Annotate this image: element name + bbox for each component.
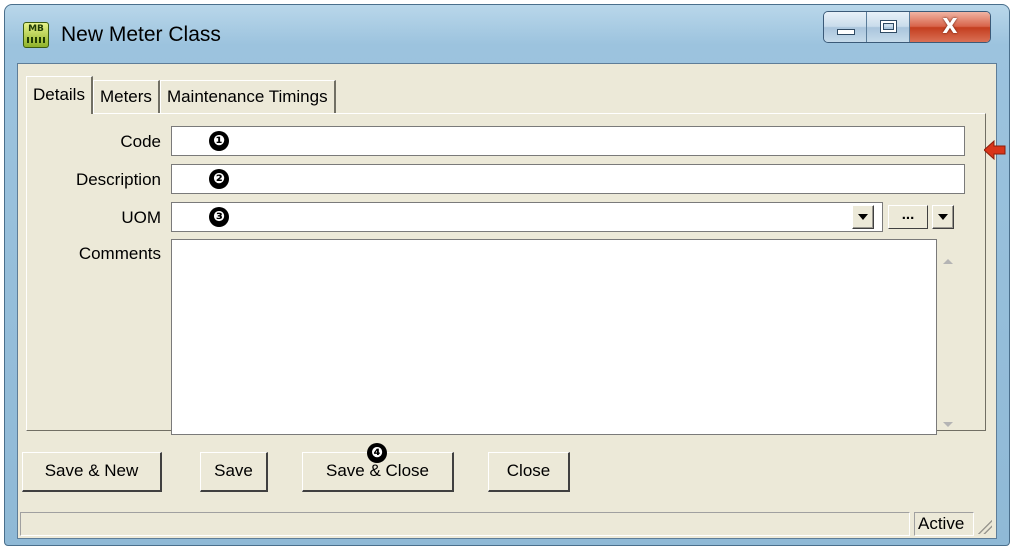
scroll-down-arrow[interactable] — [943, 422, 953, 427]
required-arrow-icon — [984, 140, 1006, 160]
code-field[interactable] — [171, 126, 965, 156]
tab-details[interactable]: Details — [26, 76, 93, 114]
maximize-icon — [880, 20, 897, 33]
maximize-button[interactable] — [867, 12, 910, 42]
uom-browse-button[interactable]: ... — [888, 205, 928, 229]
save-and-new-button[interactable]: Save & New — [22, 452, 162, 492]
close-button[interactable]: Close — [488, 452, 570, 492]
status-active: Active — [914, 512, 974, 536]
uom-label: UOM — [121, 208, 161, 227]
uom-dropdown[interactable] — [171, 202, 883, 232]
description-label: Description — [75, 170, 161, 189]
window: MB New Meter Class X Details Meters Main… — [4, 4, 1010, 546]
scroll-up-arrow[interactable] — [943, 259, 953, 264]
app-icon: MB — [23, 22, 49, 48]
tab-meters[interactable]: Meters — [92, 80, 160, 114]
client-area: Details Meters Maintenance Timings Code … — [17, 63, 1006, 539]
uom-dropdown-arrow[interactable] — [852, 205, 874, 229]
callout-2: ❷ — [209, 169, 229, 189]
close-window-button[interactable]: X — [910, 12, 990, 42]
status-bar: Active — [20, 512, 994, 538]
tab-strip: Details Meters Maintenance Timings — [26, 76, 336, 114]
uom-options-arrow[interactable] — [932, 205, 954, 229]
callout-1: ❶ — [209, 131, 229, 151]
app-icon-text: MB — [28, 24, 44, 34]
title-bar[interactable]: MB New Meter Class X — [5, 5, 1009, 63]
comments-label: Comments — [78, 244, 161, 263]
resize-grip[interactable] — [976, 518, 992, 534]
minimize-button[interactable] — [824, 12, 867, 42]
window-title: New Meter Class — [61, 23, 221, 46]
barcode-icon — [27, 37, 45, 43]
close-icon: X — [942, 14, 958, 38]
callout-4: ❹ — [367, 443, 387, 463]
save-button[interactable]: Save — [200, 452, 268, 492]
code-label: Code — [120, 132, 161, 151]
status-message — [20, 512, 910, 536]
tab-maintenance-timings[interactable]: Maintenance Timings — [159, 80, 336, 114]
comments-textarea[interactable] — [171, 239, 937, 435]
description-field[interactable] — [171, 164, 965, 194]
callout-3: ❸ — [209, 207, 229, 227]
window-controls: X — [823, 11, 991, 43]
minimize-icon — [837, 29, 855, 35]
